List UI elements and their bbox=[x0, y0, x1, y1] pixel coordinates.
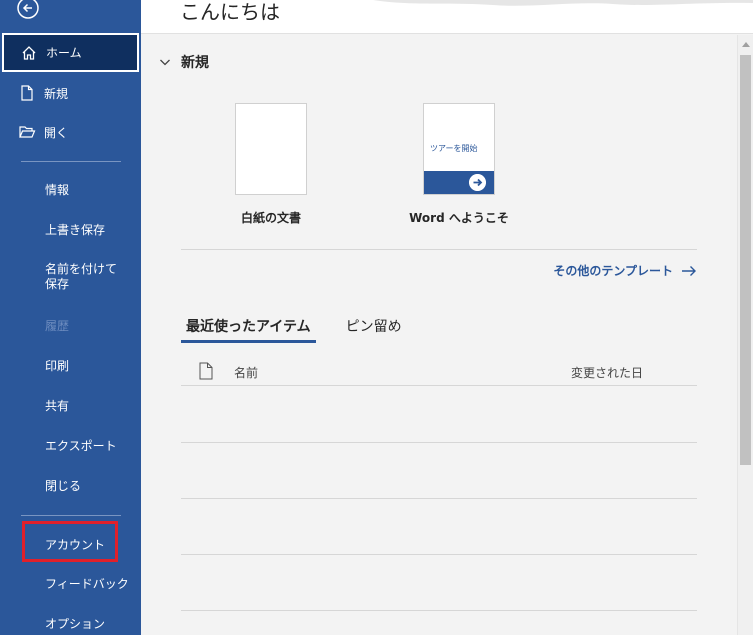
recent-tabs: 最近使ったアイテム ピン留め bbox=[181, 316, 432, 343]
nav-label: 閉じる bbox=[45, 478, 82, 493]
nav-label: オプション bbox=[45, 616, 106, 631]
header-decoration bbox=[373, 0, 753, 6]
nav-close[interactable]: 閉じる bbox=[0, 466, 141, 504]
nav-feedback[interactable]: フィードバック bbox=[0, 564, 141, 602]
nav-label: フィードバック bbox=[45, 576, 129, 591]
arrow-right-icon bbox=[469, 174, 486, 191]
section-title: 新規 bbox=[181, 55, 209, 71]
nav-options[interactable]: オプション bbox=[0, 604, 141, 635]
nav-info[interactable]: 情報 bbox=[0, 170, 141, 208]
back-button[interactable] bbox=[16, 0, 40, 22]
template-blank[interactable]: 白紙の文書 bbox=[191, 103, 351, 226]
more-templates-link[interactable]: その他のテンプレート bbox=[553, 262, 697, 279]
nav-label: 情報 bbox=[45, 182, 70, 197]
arrow-right-icon bbox=[682, 265, 696, 276]
tab-recent[interactable]: 最近使ったアイテム bbox=[181, 316, 316, 343]
scrollbar-thumb[interactable] bbox=[740, 55, 751, 465]
vertical-scrollbar[interactable] bbox=[737, 35, 753, 635]
nav-label: 共有 bbox=[45, 398, 70, 413]
back-arrow-icon bbox=[17, 0, 39, 19]
column-name[interactable]: 名前 bbox=[234, 364, 258, 381]
highlight-box bbox=[22, 521, 118, 562]
greeting-title: こんにちは bbox=[180, 0, 280, 24]
file-icon bbox=[199, 362, 213, 380]
nav-save[interactable]: 上書き保存 bbox=[0, 210, 141, 248]
nav-separator bbox=[21, 161, 121, 162]
nav-label: 名前を付けて保存 bbox=[45, 262, 118, 291]
template-welcome[interactable]: ツアーを開始 Word へようこそ bbox=[379, 103, 539, 226]
scroll-up-icon[interactable] bbox=[742, 41, 750, 47]
column-modified[interactable]: 変更された日 bbox=[571, 364, 643, 381]
list-row-divider bbox=[181, 610, 697, 611]
nav-label: エクスポート bbox=[45, 438, 117, 453]
open-folder-icon bbox=[19, 126, 36, 138]
file-list-header: 名前 変更された日 bbox=[181, 358, 697, 386]
template-thumbnail bbox=[235, 103, 307, 195]
nav-separator bbox=[21, 515, 121, 516]
nav-home[interactable]: ホーム bbox=[2, 33, 139, 72]
more-templates-label: その他のテンプレート bbox=[553, 264, 673, 278]
nav-label: 履歴 bbox=[45, 318, 70, 333]
tour-text: ツアーを開始 bbox=[430, 144, 478, 153]
nav-print[interactable]: 印刷 bbox=[0, 346, 141, 384]
new-document-icon bbox=[21, 85, 33, 101]
nav-label: 上書き保存 bbox=[45, 222, 106, 237]
nav-history: 履歴 bbox=[0, 306, 141, 344]
tab-pinned[interactable]: ピン留め bbox=[341, 316, 407, 343]
nav-label: 印刷 bbox=[45, 358, 70, 373]
header: こんにちは bbox=[141, 0, 753, 34]
home-icon bbox=[22, 45, 36, 60]
list-row-divider bbox=[181, 498, 697, 499]
template-thumbnail: ツアーを開始 bbox=[423, 103, 495, 195]
list-row-divider bbox=[181, 554, 697, 555]
backstage-sidebar: ホーム 新規 開く 情報 上書き保存 名前を付けて保存 履歴 印刷 共有 エクス… bbox=[0, 0, 141, 635]
nav-export[interactable]: エクスポート bbox=[0, 426, 141, 464]
nav-open[interactable]: 開く bbox=[0, 113, 141, 151]
nav-share[interactable]: 共有 bbox=[0, 386, 141, 424]
template-caption: 白紙の文書 bbox=[240, 211, 301, 225]
nav-label: 新規 bbox=[44, 86, 69, 101]
chevron-down-icon bbox=[160, 59, 170, 66]
nav-new[interactable]: 新規 bbox=[0, 74, 141, 112]
new-section-toggle[interactable]: 新規 bbox=[159, 52, 209, 72]
template-caption: Word へようこそ bbox=[409, 211, 509, 225]
list-row-divider bbox=[181, 442, 697, 443]
nav-label: 開く bbox=[44, 125, 69, 140]
section-divider bbox=[181, 249, 697, 250]
nav-label: ホーム bbox=[46, 46, 82, 60]
main-content: 新規 白紙の文書 ツアーを開始 Word へようこそ その他のテンプレート 最近… bbox=[141, 35, 737, 635]
nav-save-as[interactable]: 名前を付けて保存 bbox=[0, 262, 141, 306]
